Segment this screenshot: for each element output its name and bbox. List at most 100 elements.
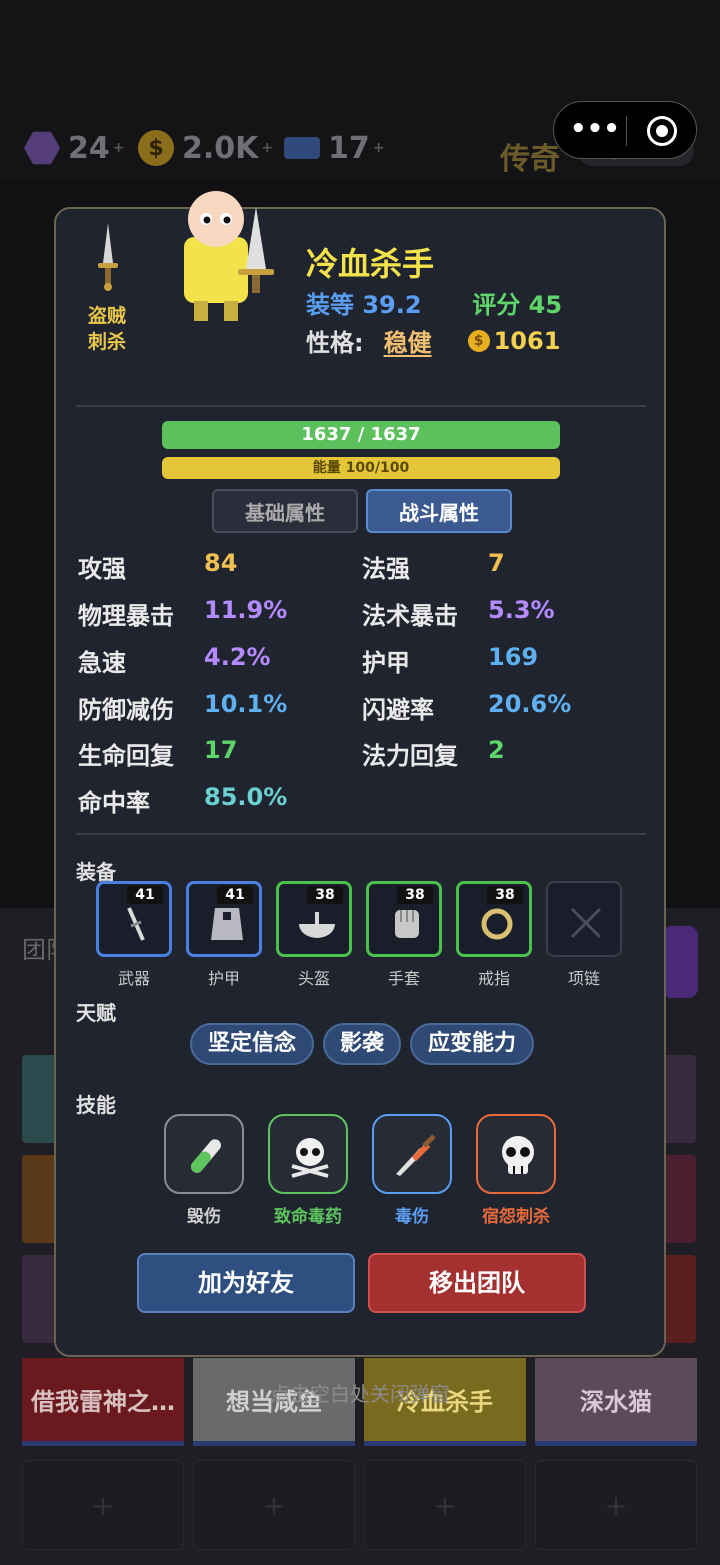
coin-count: 2.0K (182, 130, 259, 166)
hero-detail-modal: 盗贼 刺杀 冷血杀手 装等 39.2 评分 45 性格: 稳健 $ 1061 1… (54, 191, 666, 1357)
skill-slot[interactable] (164, 1114, 244, 1194)
stat-label: 护甲 (362, 649, 410, 677)
skill-label: 毒伤 (395, 1207, 429, 1227)
stat-label: 防御减伤 (78, 696, 174, 724)
divider (76, 833, 646, 835)
skill-label: 致命毒药 (274, 1207, 342, 1227)
stat-haste: 急速 4.2% (78, 643, 271, 678)
empty-team-slot[interactable]: + (193, 1460, 355, 1550)
skill-label: 毁伤 (187, 1207, 221, 1227)
equip-label: 手套 (387, 969, 420, 988)
close-hint[interactable]: 点击空白处关闭弹窗 (0, 1378, 720, 1407)
stat-dodge: 闪避率 20.6% (362, 690, 571, 725)
hero-avatar (184, 191, 274, 321)
coin-plus-icon: + (261, 140, 274, 156)
stat-label: 急速 (78, 649, 126, 677)
capsule-divider (626, 116, 627, 146)
score-label: 评分 (472, 291, 521, 319)
gold-coin-icon: $ (467, 329, 490, 352)
stat-value: 85.0% (204, 783, 288, 811)
ring-icon (481, 908, 513, 940)
equip-slot-weapon[interactable]: 41 (96, 881, 172, 957)
skill-slot[interactable] (476, 1114, 556, 1194)
ticket-icon (284, 137, 320, 159)
empty-team-slot[interactable]: + (22, 1460, 184, 1550)
empty-team-slot[interactable]: + (364, 1460, 526, 1550)
stat-value: 7 (488, 549, 505, 577)
skill-label: 宿怨刺杀 (482, 1207, 550, 1227)
close-miniprogram-icon[interactable] (647, 116, 677, 146)
stat-label: 法术暴击 (362, 602, 458, 630)
stat-label: 法强 (362, 555, 410, 583)
ticket-plus-icon: + (372, 140, 385, 156)
equip-slot-gloves[interactable]: 38 (366, 881, 442, 957)
equip-label: 护甲 (207, 969, 240, 988)
dagger-icon (127, 907, 145, 941)
side-purple-button[interactable] (662, 926, 698, 998)
ticket-count: 17 (328, 130, 370, 166)
gold-value: 1061 (493, 326, 561, 355)
potion-icon (191, 1139, 221, 1173)
remove-from-team-button[interactable]: 移出团队 (368, 1253, 586, 1313)
stat-hp-regen: 生命回复 17 (78, 736, 237, 771)
stat-label: 命中率 (78, 789, 150, 817)
stat-label: 法力回复 (362, 742, 458, 770)
stat-value: 10.1% (204, 690, 288, 718)
stat-value: 84 (204, 549, 238, 577)
stat-value: 169 (488, 643, 539, 671)
personality-row: 性格: 稳健 $ 1061 (306, 323, 560, 358)
stat-label: 物理暴击 (78, 602, 174, 630)
stat-value: 17 (204, 736, 238, 764)
hero-name: 冷血杀手 (306, 245, 435, 283)
stat-label: 闪避率 (362, 696, 434, 724)
ticket-counter[interactable]: 17 + (284, 128, 384, 168)
miniprogram-capsule: ••• (553, 101, 697, 159)
tab-basic-attributes[interactable]: 基础属性 (212, 489, 358, 533)
talent-chip[interactable]: 坚定信念 (190, 1023, 314, 1065)
skills-label: 技能 (76, 1093, 116, 1117)
tab-combat-attributes[interactable]: 战斗属性 (366, 489, 512, 533)
gem-icon (24, 131, 60, 165)
skill-slot[interactable] (268, 1114, 348, 1194)
personality-label: 性格: (306, 329, 364, 357)
equip-label: 戒指 (477, 969, 510, 988)
class-line-1: 盗贼 (87, 305, 126, 327)
dagger-class-icon (98, 223, 118, 291)
stat-spell-power: 法强 7 (362, 549, 505, 584)
equip-slot-helmet[interactable]: 38 (276, 881, 352, 957)
empty-team-slot[interactable]: + (535, 1460, 697, 1550)
talents-label: 天赋 (76, 1001, 116, 1025)
glove-icon (395, 910, 419, 938)
stat-hit-rate: 命中率 85.0% (78, 783, 287, 818)
health-bar: 1637 / 1637 (162, 421, 560, 449)
more-menu-icon[interactable]: ••• (570, 115, 620, 145)
legend-label: 传奇 (500, 142, 560, 177)
talent-chip[interactable]: 应变能力 (410, 1023, 534, 1065)
stat-mana-regen: 法力回复 2 (362, 736, 505, 771)
class-line-2: 刺杀 (87, 331, 126, 353)
equip-slot-necklace-empty[interactable] (546, 881, 622, 957)
stat-label: 生命回复 (78, 742, 174, 770)
equip-level: 41 (217, 886, 253, 904)
add-friend-button[interactable]: 加为好友 (137, 1253, 355, 1313)
equip-slot-ring[interactable]: 38 (456, 881, 532, 957)
stat-value: 11.9% (204, 596, 288, 624)
gear-level-value: 39.2 (362, 291, 422, 319)
equip-level: 38 (487, 886, 523, 904)
skill-slot[interactable] (372, 1114, 452, 1194)
coin-icon: $ (138, 130, 174, 166)
armor-icon (211, 908, 243, 940)
gem-counter[interactable]: 24 + (24, 128, 124, 168)
gear-score-row: 装等 39.2 评分 45 (306, 285, 562, 320)
hero-class: 盗贼 刺杀 (78, 303, 136, 355)
coin-counter[interactable]: $ 2.0K + (138, 128, 273, 168)
personality-value[interactable]: 稳健 (384, 323, 432, 358)
stat-label: 攻强 (78, 555, 126, 583)
equip-slot-armor[interactable]: 41 (186, 881, 262, 957)
gem-count: 24 (68, 130, 110, 166)
equip-label: 武器 (117, 969, 150, 988)
stat-phys-crit: 物理暴击 11.9% (78, 596, 287, 631)
stat-value: 2 (488, 736, 505, 764)
talent-chip[interactable]: 影袭 (323, 1023, 401, 1065)
skull-icon (502, 1136, 534, 1174)
